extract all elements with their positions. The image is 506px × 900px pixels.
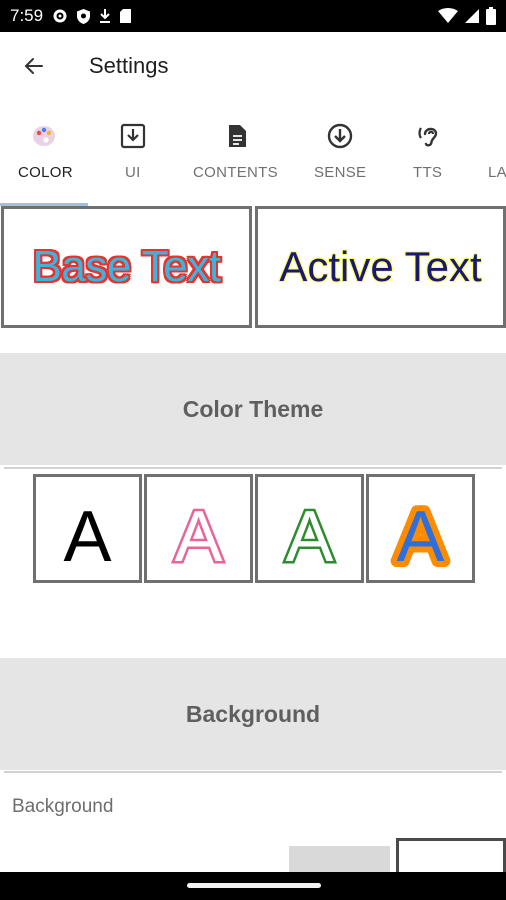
tab-contents[interactable]: CONTENTS (178, 100, 296, 206)
tab-label: TTS (413, 164, 443, 181)
theme-option-black[interactable]: A (33, 474, 142, 583)
base-text-preview[interactable]: Base Text (1, 206, 252, 328)
svg-text:A: A (396, 497, 444, 577)
letter-a-green-icon: A (283, 495, 336, 580)
navigation-bar (0, 872, 506, 900)
download-box-icon (119, 122, 147, 150)
sd-card-icon (120, 9, 131, 23)
status-icons-left (52, 7, 132, 25)
palette-icon (30, 122, 58, 150)
active-text-preview[interactable]: Active Text (255, 206, 506, 328)
svg-text:A: A (285, 497, 333, 577)
document-icon (223, 122, 251, 150)
arrow-circle-down-icon (326, 122, 354, 150)
section-title: Color Theme (182, 395, 324, 422)
letter-a-black-icon: A (63, 497, 111, 577)
status-icons-right (438, 6, 496, 26)
back-button[interactable] (14, 46, 54, 86)
gear-icon (53, 9, 67, 23)
base-text-sample: Base Text (32, 242, 221, 291)
tab-label: UI (125, 164, 141, 181)
color-theme-header: Color Theme (0, 353, 506, 465)
tab-label: LA (488, 164, 506, 181)
divider (4, 771, 502, 773)
background-option-white[interactable] (396, 838, 506, 872)
arrow-back-icon (24, 58, 43, 74)
svg-text:A: A (174, 497, 222, 577)
background-label: Background (12, 796, 114, 817)
theme-option-pink[interactable]: A (144, 474, 253, 583)
letter-a-pink-icon: A (172, 495, 225, 580)
page-title: Settings (89, 53, 169, 78)
section-title: Background (185, 700, 321, 727)
tab-sense[interactable]: SENSE (296, 100, 384, 206)
download-icon (100, 9, 110, 23)
tab-ui[interactable]: UI (88, 100, 178, 206)
app-bar: Settings (0, 32, 506, 100)
cell-signal-icon (465, 9, 479, 23)
shield-icon (77, 8, 90, 24)
settings-tabs: COLOR UI CONTENTS SENSE TTS LA (0, 100, 506, 206)
battery-icon (486, 7, 496, 25)
theme-option-orange-blue[interactable]: A (366, 474, 475, 583)
home-gesture-handle[interactable] (187, 883, 321, 888)
active-text-sample: Active Text (279, 243, 482, 290)
hearing-icon (416, 122, 444, 150)
tab-tts[interactable]: TTS (384, 100, 474, 206)
tab-label: SENSE (314, 164, 367, 181)
tab-partial[interactable]: LA (474, 100, 506, 206)
status-time: 7:59 (10, 6, 44, 25)
letter-a-orange-blue-icon: A (390, 491, 450, 580)
divider (4, 467, 502, 469)
wifi-icon (438, 8, 458, 23)
tab-label: COLOR (18, 164, 73, 181)
tab-color[interactable]: COLOR (0, 100, 88, 206)
background-header: Background (0, 658, 506, 770)
background-option-gray[interactable] (289, 846, 390, 872)
theme-option-green[interactable]: A (255, 474, 364, 583)
status-bar: 7:59 (0, 0, 506, 32)
tab-label: CONTENTS (193, 164, 278, 181)
svg-text:A: A (63, 497, 111, 577)
